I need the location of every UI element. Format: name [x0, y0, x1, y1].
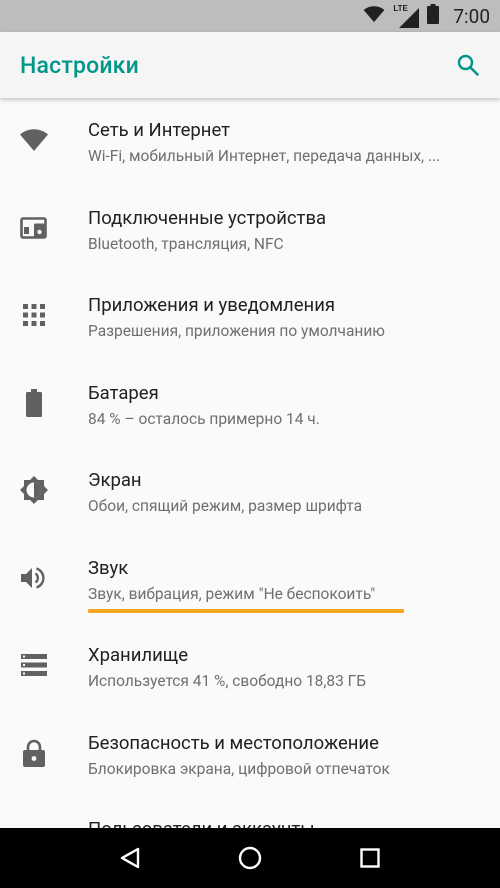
settings-screen: LTE 7:00 Настройки Сеть и Интернет Wi-Fi…: [0, 0, 500, 888]
storage-icon: [18, 649, 50, 681]
navigation-bar: [0, 828, 500, 888]
page-title: Настройки: [20, 51, 139, 79]
settings-item-summary: Блокировка экрана, цифровой отпечаток: [88, 759, 390, 778]
brightness-icon: [18, 474, 50, 506]
connected-devices-icon: [18, 212, 50, 244]
home-icon: [238, 846, 262, 870]
lte-signal-icon: LTE: [393, 4, 420, 28]
settings-item-summary: Разрешения, приложения по умолчанию: [88, 322, 385, 340]
settings-item-summary: Wi-Fi, мобильный Интернет, передача данн…: [88, 147, 441, 165]
settings-item-network[interactable]: Сеть и Интернет Wi-Fi, мобильный Интерне…: [0, 98, 500, 186]
search-button[interactable]: [454, 51, 482, 79]
search-icon: [457, 54, 479, 76]
settings-item-connected-devices[interactable]: Подключенные устройства Bluetooth, транс…: [0, 186, 500, 274]
settings-item-summary: Bluetooth, трансляция, NFC: [88, 234, 284, 253]
highlight-underline: [88, 608, 404, 613]
settings-item-title: Батарея: [88, 381, 159, 404]
settings-item-summary: 84 % – осталось примерно 14 ч.: [88, 409, 320, 428]
settings-item-summary: Используется 41 %, свободно 18,83 ГБ: [88, 672, 367, 690]
app-bar: Настройки: [0, 32, 500, 98]
wifi-status-icon: [363, 5, 385, 27]
settings-item-apps[interactable]: Приложения и уведомления Разрешения, при…: [0, 273, 500, 361]
back-icon: [120, 847, 140, 869]
settings-item-title: Подключенные устройства: [88, 206, 327, 229]
battery-status-icon: [427, 4, 440, 28]
recents-icon: [360, 848, 380, 868]
settings-item-display[interactable]: Экран Обои, спящий режим, размер шрифта: [0, 448, 500, 536]
home-button[interactable]: [230, 838, 270, 878]
settings-item-title: Безопасность и местоположение: [88, 731, 379, 754]
settings-list: Сеть и Интернет Wi-Fi, мобильный Интерне…: [0, 98, 500, 886]
settings-item-title: Экран: [88, 469, 142, 491]
wifi-icon: [18, 124, 50, 156]
status-time: 7:00: [453, 4, 490, 28]
settings-item-title: Сеть и Интернет: [88, 119, 231, 141]
settings-item-storage[interactable]: Хранилище Используется 41 %, свободно 18…: [0, 623, 500, 711]
battery-icon: [18, 387, 50, 419]
settings-item-title: Приложения и уведомления: [88, 294, 336, 316]
status-bar: LTE 7:00: [0, 0, 500, 32]
apps-grid-icon: [18, 299, 50, 331]
settings-item-sound[interactable]: Звук Звук, вибрация, режим "Не беспокоит…: [0, 536, 500, 624]
settings-item-title: Звук: [88, 556, 129, 579]
settings-item-security[interactable]: Безопасность и местоположение Блокировка…: [0, 711, 500, 799]
recents-button[interactable]: [350, 838, 390, 878]
back-button[interactable]: [110, 838, 150, 878]
settings-item-summary: Обои, спящий режим, размер шрифта: [88, 497, 363, 515]
settings-item-title: Хранилище: [88, 644, 188, 666]
settings-item-battery[interactable]: Батарея 84 % – осталось примерно 14 ч.: [0, 361, 500, 449]
lock-icon: [18, 737, 50, 769]
volume-icon: [18, 562, 50, 594]
settings-item-summary: Звук, вибрация, режим "Не беспокоить": [88, 584, 376, 603]
